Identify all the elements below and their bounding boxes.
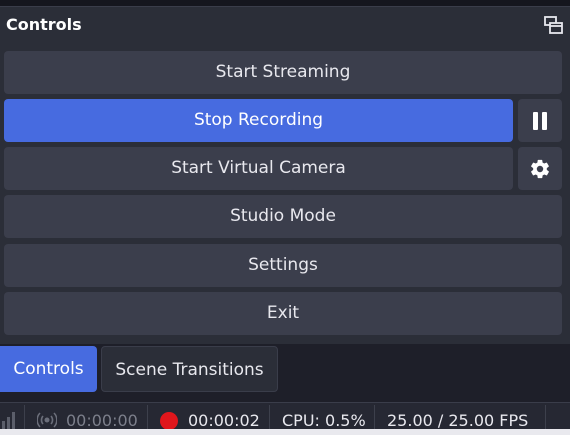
dock-header: Controls <box>0 7 570 41</box>
stream-time: 00:00:00 <box>66 411 138 430</box>
virtual-camera-settings-button[interactable] <box>518 147 562 190</box>
dock-title: Controls <box>6 15 82 34</box>
stop-recording-button[interactable]: Stop Recording <box>4 99 513 142</box>
cpu-usage: CPU: 0.5% <box>282 411 366 430</box>
pause-recording-button[interactable] <box>518 99 562 142</box>
controls-dock: Controls Start Streaming Stop Recording … <box>0 6 570 344</box>
exit-button[interactable]: Exit <box>4 292 562 335</box>
record-time: 00:00:02 <box>188 411 260 430</box>
tab-scene-transitions[interactable]: Scene Transitions <box>101 346 278 392</box>
dock-tab-bar: Controls Scene Transitions <box>0 344 570 394</box>
studio-mode-button[interactable]: Studio Mode <box>4 195 562 238</box>
bottom-edge <box>0 429 570 435</box>
fps-readout: 25.00 / 25.00 FPS <box>387 411 529 430</box>
float-window-icon[interactable] <box>543 14 565 36</box>
start-streaming-button[interactable]: Start Streaming <box>4 51 562 94</box>
settings-button[interactable]: Settings <box>4 244 562 287</box>
gear-icon <box>531 159 549 178</box>
tab-controls[interactable]: Controls <box>0 346 97 392</box>
start-virtual-camera-button[interactable]: Start Virtual Camera <box>4 147 513 190</box>
pause-icon <box>533 111 547 130</box>
